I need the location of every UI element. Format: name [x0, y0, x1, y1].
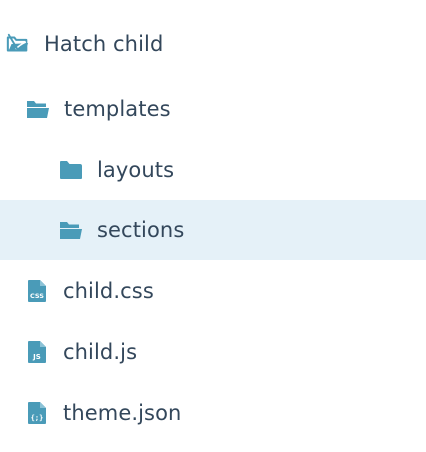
file-tree: Hatch child templates layouts sections C… [0, 0, 426, 452]
json-file-icon: {;} [25, 401, 49, 425]
js-file-icon: JS [25, 340, 49, 364]
tree-item-label: layouts [97, 158, 175, 182]
tree-item-label: child.js [63, 340, 138, 364]
tree-item-label: Hatch child [44, 32, 164, 56]
tree-item-label: theme.json [63, 401, 182, 425]
folder-open-icon [26, 97, 50, 121]
tree-item-hatch-child[interactable]: Hatch child [0, 14, 426, 74]
svg-text:JS: JS [32, 353, 41, 361]
tree-item-theme-json[interactable]: {;} theme.json [0, 383, 426, 443]
tree-item-label: sections [97, 218, 185, 242]
tree-item-layouts[interactable]: layouts [0, 140, 426, 200]
tree-item-label: child.css [63, 279, 154, 303]
folder-icon [59, 158, 83, 182]
tree-item-child-js[interactable]: JS child.js [0, 322, 426, 382]
css-file-icon: CSS [25, 279, 49, 303]
tree-item-label: templates [64, 97, 171, 121]
theme-folder-icon [6, 32, 30, 56]
svg-text:CSS: CSS [30, 292, 44, 300]
folder-open-icon [59, 218, 83, 242]
tree-item-templates[interactable]: templates [0, 79, 426, 139]
tree-item-sections[interactable]: sections [0, 200, 426, 260]
tree-item-child-css[interactable]: CSS child.css [0, 261, 426, 321]
svg-text:{;}: {;} [31, 414, 44, 422]
